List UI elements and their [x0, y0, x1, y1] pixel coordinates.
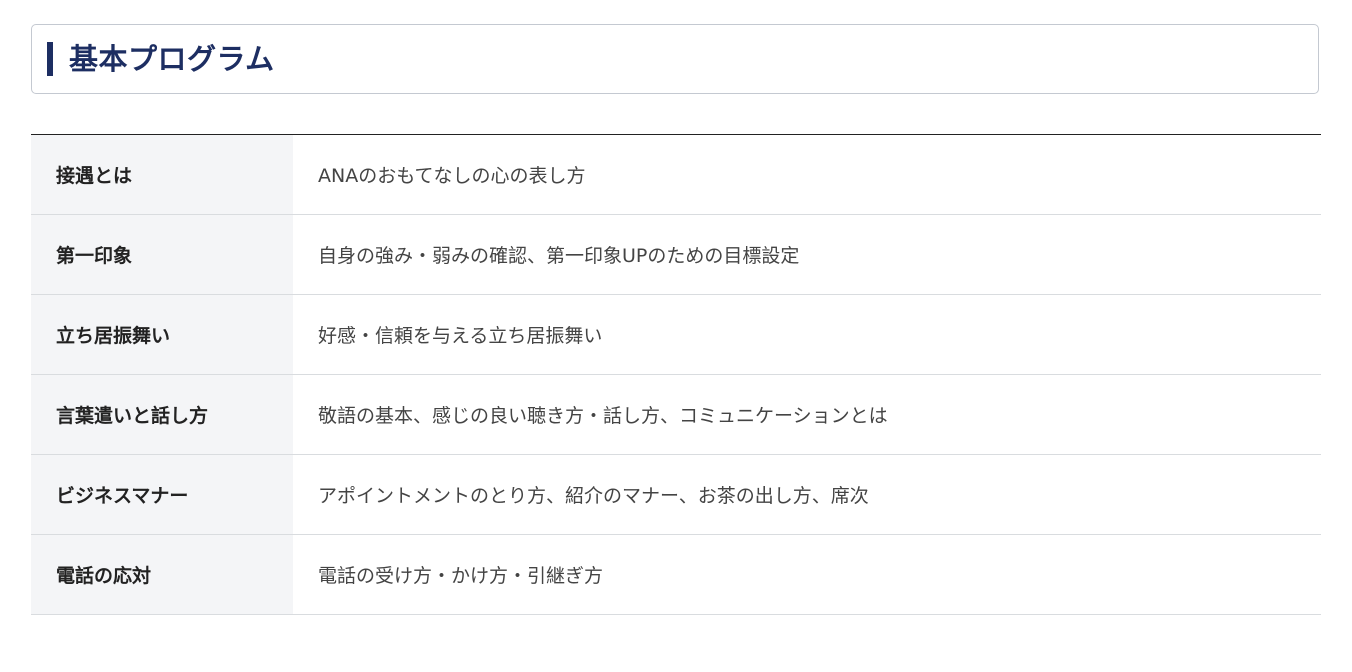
table-row: 立ち居振舞い 好感・信頼を与える立ち居振舞い	[31, 294, 1321, 375]
table-row: 言葉遣いと話し方 敬語の基本、感じの良い聴き方・話し方、コミュニケーションとは	[31, 374, 1321, 455]
table-row: 接遇とは ANAのおもてなしの心の表し方	[31, 134, 1321, 215]
row-description: アポイントメントのとり方、紹介のマナー、お茶の出し方、席次	[293, 454, 1321, 535]
row-description: 敬語の基本、感じの良い聴き方・話し方、コミュニケーションとは	[293, 374, 1321, 455]
row-description: 自身の強み・弱みの確認、第一印象UPのための目標設定	[293, 214, 1321, 295]
program-table: 接遇とは ANAのおもてなしの心の表し方 第一印象 自身の強み・弱みの確認、第一…	[31, 134, 1321, 615]
row-label: 接遇とは	[31, 134, 293, 215]
row-description: 好感・信頼を与える立ち居振舞い	[293, 294, 1321, 375]
table-row: 電話の応対 電話の受け方・かけ方・引継ぎ方	[31, 534, 1321, 615]
row-description: 電話の受け方・かけ方・引継ぎ方	[293, 534, 1321, 615]
table-row: 第一印象 自身の強み・弱みの確認、第一印象UPのための目標設定	[31, 214, 1321, 295]
row-label: 第一印象	[31, 214, 293, 295]
row-label: 立ち居振舞い	[31, 294, 293, 375]
section-header: 基本プログラム	[31, 24, 1319, 94]
section-title: 基本プログラム	[69, 42, 275, 76]
row-label: 言葉遣いと話し方	[31, 374, 293, 455]
row-description: ANAのおもてなしの心の表し方	[293, 134, 1321, 215]
table-row: ビジネスマナー アポイントメントのとり方、紹介のマナー、お茶の出し方、席次	[31, 454, 1321, 535]
title-accent-bar	[47, 42, 53, 76]
row-label: 電話の応対	[31, 534, 293, 615]
row-label: ビジネスマナー	[31, 454, 293, 535]
